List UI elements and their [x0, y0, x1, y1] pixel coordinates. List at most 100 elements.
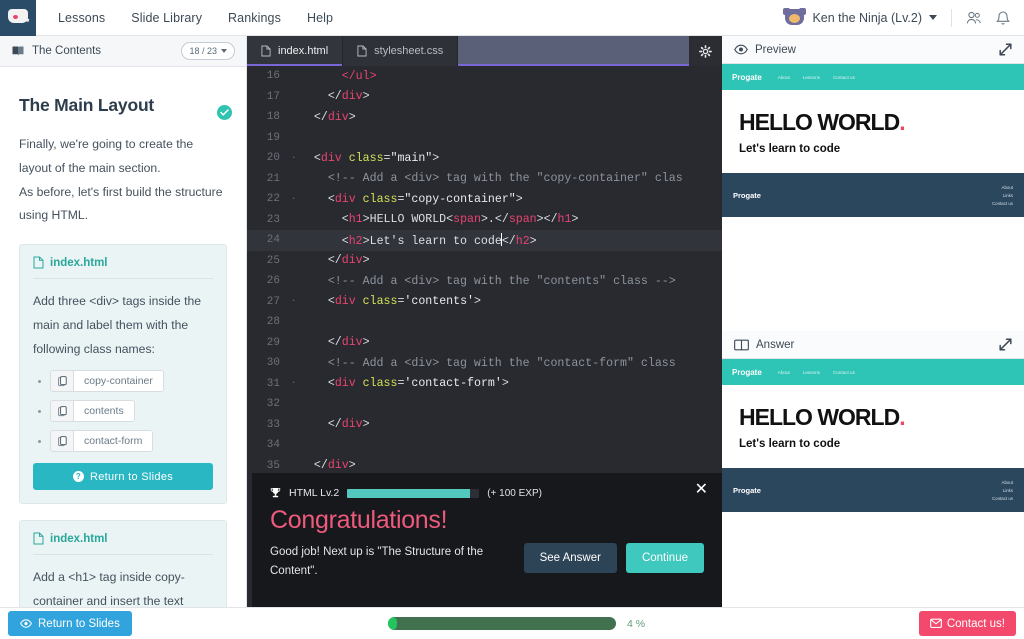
exp-progress-row: HTML Lv.2 (+ 100 EXP) — [270, 487, 704, 499]
code-line[interactable]: 30 <!-- Add a <div> tag with the "contac… — [247, 353, 722, 374]
file-icon — [261, 45, 271, 57]
code-line[interactable]: 16 </ul> — [247, 66, 722, 87]
bell-icon[interactable] — [996, 10, 1010, 26]
code-line[interactable]: 25 </div> — [247, 251, 722, 272]
return-to-slides-label: Return to Slides — [90, 471, 173, 483]
hero-subtitle: Let's learn to code — [739, 143, 1007, 155]
nav-divider — [951, 9, 952, 27]
code-line[interactable]: 31· <div class='contact-form'> — [247, 374, 722, 395]
fold-marker[interactable]: · — [291, 154, 300, 163]
tab-bar-filler — [458, 36, 689, 66]
bottom-return-label: Return to Slides — [38, 618, 120, 630]
clipboard-icon[interactable] — [51, 401, 74, 421]
code-line-text: </ul> — [300, 70, 377, 83]
congratulations-heading: Congratulations! — [270, 506, 704, 535]
code-line[interactable]: 24 <h2>Let's learn to code</h2> — [247, 230, 722, 251]
fold-marker[interactable]: · — [291, 379, 300, 388]
site-footer-link[interactable]: Links — [1003, 193, 1013, 198]
line-number: 17 — [247, 91, 291, 103]
return-to-slides-button[interactable]: ? Return to Slides — [33, 463, 213, 490]
copy-field: contents — [50, 400, 135, 422]
task-file-name: index.html — [50, 257, 108, 269]
fold-marker[interactable]: · — [291, 195, 300, 204]
code-line-text: <div class="copy-container"> — [300, 193, 523, 206]
chevron-down-icon — [929, 15, 937, 20]
code-line[interactable]: 34 — [247, 435, 722, 456]
bullet-icon — [38, 440, 41, 443]
site-nav-link[interactable]: Contact us — [833, 370, 855, 375]
expand-icon[interactable] — [999, 43, 1012, 56]
site-footer-link[interactable]: Contact us — [992, 496, 1013, 501]
answer-header: Answer — [722, 331, 1024, 359]
nav-item-slide-library[interactable]: Slide Library — [131, 11, 202, 25]
site-nav-link[interactable]: Lessons — [803, 370, 820, 375]
site-nav-link[interactable]: Lessons — [803, 75, 820, 80]
code-line[interactable]: 18 </div> — [247, 107, 722, 128]
bottom-return-to-slides-button[interactable]: Return to Slides — [8, 611, 132, 636]
tab-index-html[interactable]: index.html — [247, 36, 343, 66]
site-blank-area — [722, 217, 1024, 327]
line-number: 30 — [247, 357, 291, 369]
sidebar-header: The Contents 18 / 23 — [0, 36, 246, 67]
people-icon[interactable] — [966, 11, 982, 25]
see-answer-button[interactable]: See Answer — [524, 543, 617, 573]
site-footer-link[interactable]: About — [1002, 480, 1013, 485]
site-hero: HELLO WORLD. Let's learn to code — [722, 90, 1024, 173]
site-nav-link[interactable]: Contact us — [833, 75, 855, 80]
expand-icon[interactable] — [999, 338, 1012, 351]
code-line-text: </div> — [300, 254, 370, 267]
bottom-status-bar: Return to Slides 4 % Contact us! — [0, 607, 1024, 639]
copy-field: contact-form — [50, 430, 153, 452]
user-menu[interactable]: Ken the Ninja (Lv.2) — [784, 8, 937, 27]
code-line[interactable]: 17 </div> — [247, 87, 722, 108]
nav-item-rankings[interactable]: Rankings — [228, 11, 281, 25]
tab-stylesheet-css[interactable]: stylesheet.css — [343, 36, 458, 66]
site-navbar: Progate About Lessons Contact us — [722, 64, 1024, 90]
hero-title-dot: . — [899, 109, 904, 135]
site-nav-link[interactable]: About — [778, 370, 790, 375]
hero-subtitle: Let's learn to code — [739, 438, 1007, 450]
fold-marker[interactable]: · — [291, 297, 300, 306]
nav-item-lessons[interactable]: Lessons — [58, 11, 105, 25]
editor-tab-bar: index.html stylesheet.css — [247, 36, 722, 66]
line-number: 23 — [247, 214, 291, 226]
site-footer-link[interactable]: Links — [1003, 488, 1013, 493]
site-footer-links: About Links Contact us — [992, 480, 1013, 501]
site-footer-link[interactable]: About — [1002, 185, 1013, 190]
clipboard-icon[interactable] — [51, 371, 74, 391]
nav-item-help[interactable]: Help — [307, 11, 333, 25]
code-line[interactable]: 26 <!-- Add a <div> tag with the "conten… — [247, 271, 722, 292]
line-number: 21 — [247, 173, 291, 185]
contact-us-button[interactable]: Contact us! — [919, 611, 1016, 636]
code-line[interactable]: 22· <div class="copy-container"> — [247, 189, 722, 210]
code-line[interactable]: 32 — [247, 394, 722, 415]
code-line-text: </div> — [300, 459, 356, 472]
close-icon[interactable]: ✕ — [695, 482, 708, 498]
code-line[interactable]: 33 </div> — [247, 415, 722, 436]
continue-button[interactable]: Continue — [626, 543, 704, 573]
site-footer-link[interactable]: Contact us — [992, 201, 1013, 206]
code-line-text: <div class='contact-form'> — [300, 377, 509, 390]
code-line[interactable]: 29 </div> — [247, 333, 722, 354]
code-line[interactable]: 21 <!-- Add a <div> tag with the "copy-c… — [247, 169, 722, 190]
line-number: 27 — [247, 296, 291, 308]
code-line[interactable]: 23 <h1>HELLO WORLD<span>.</span></h1> — [247, 210, 722, 231]
site-nav-link[interactable]: About — [778, 75, 790, 80]
tab-label: stylesheet.css — [374, 45, 443, 57]
code-line[interactable]: 19 — [247, 128, 722, 149]
code-line[interactable]: 28 — [247, 312, 722, 333]
hero-title-text: HELLO WORLD — [739, 109, 899, 135]
course-progress-fill — [388, 617, 397, 630]
slide-progress-selector[interactable]: 18 / 23 — [181, 42, 235, 60]
sidebar-title: The Contents — [32, 45, 101, 57]
code-line[interactable]: 20· <div class="main"> — [247, 148, 722, 169]
code-line[interactable]: 27· <div class='contents'> — [247, 292, 722, 313]
gear-icon[interactable] — [689, 36, 722, 66]
clipboard-icon[interactable] — [51, 431, 74, 451]
course-progress-label: 4 % — [627, 618, 645, 630]
progate-logo[interactable] — [0, 0, 36, 36]
class-name-list: copy-container contents — [33, 370, 213, 452]
site-hero: HELLO WORLD. Let's learn to code — [722, 385, 1024, 468]
task-instruction: Add three <div> tags inside the main and… — [33, 290, 213, 361]
exp-progress-bar — [347, 489, 479, 498]
